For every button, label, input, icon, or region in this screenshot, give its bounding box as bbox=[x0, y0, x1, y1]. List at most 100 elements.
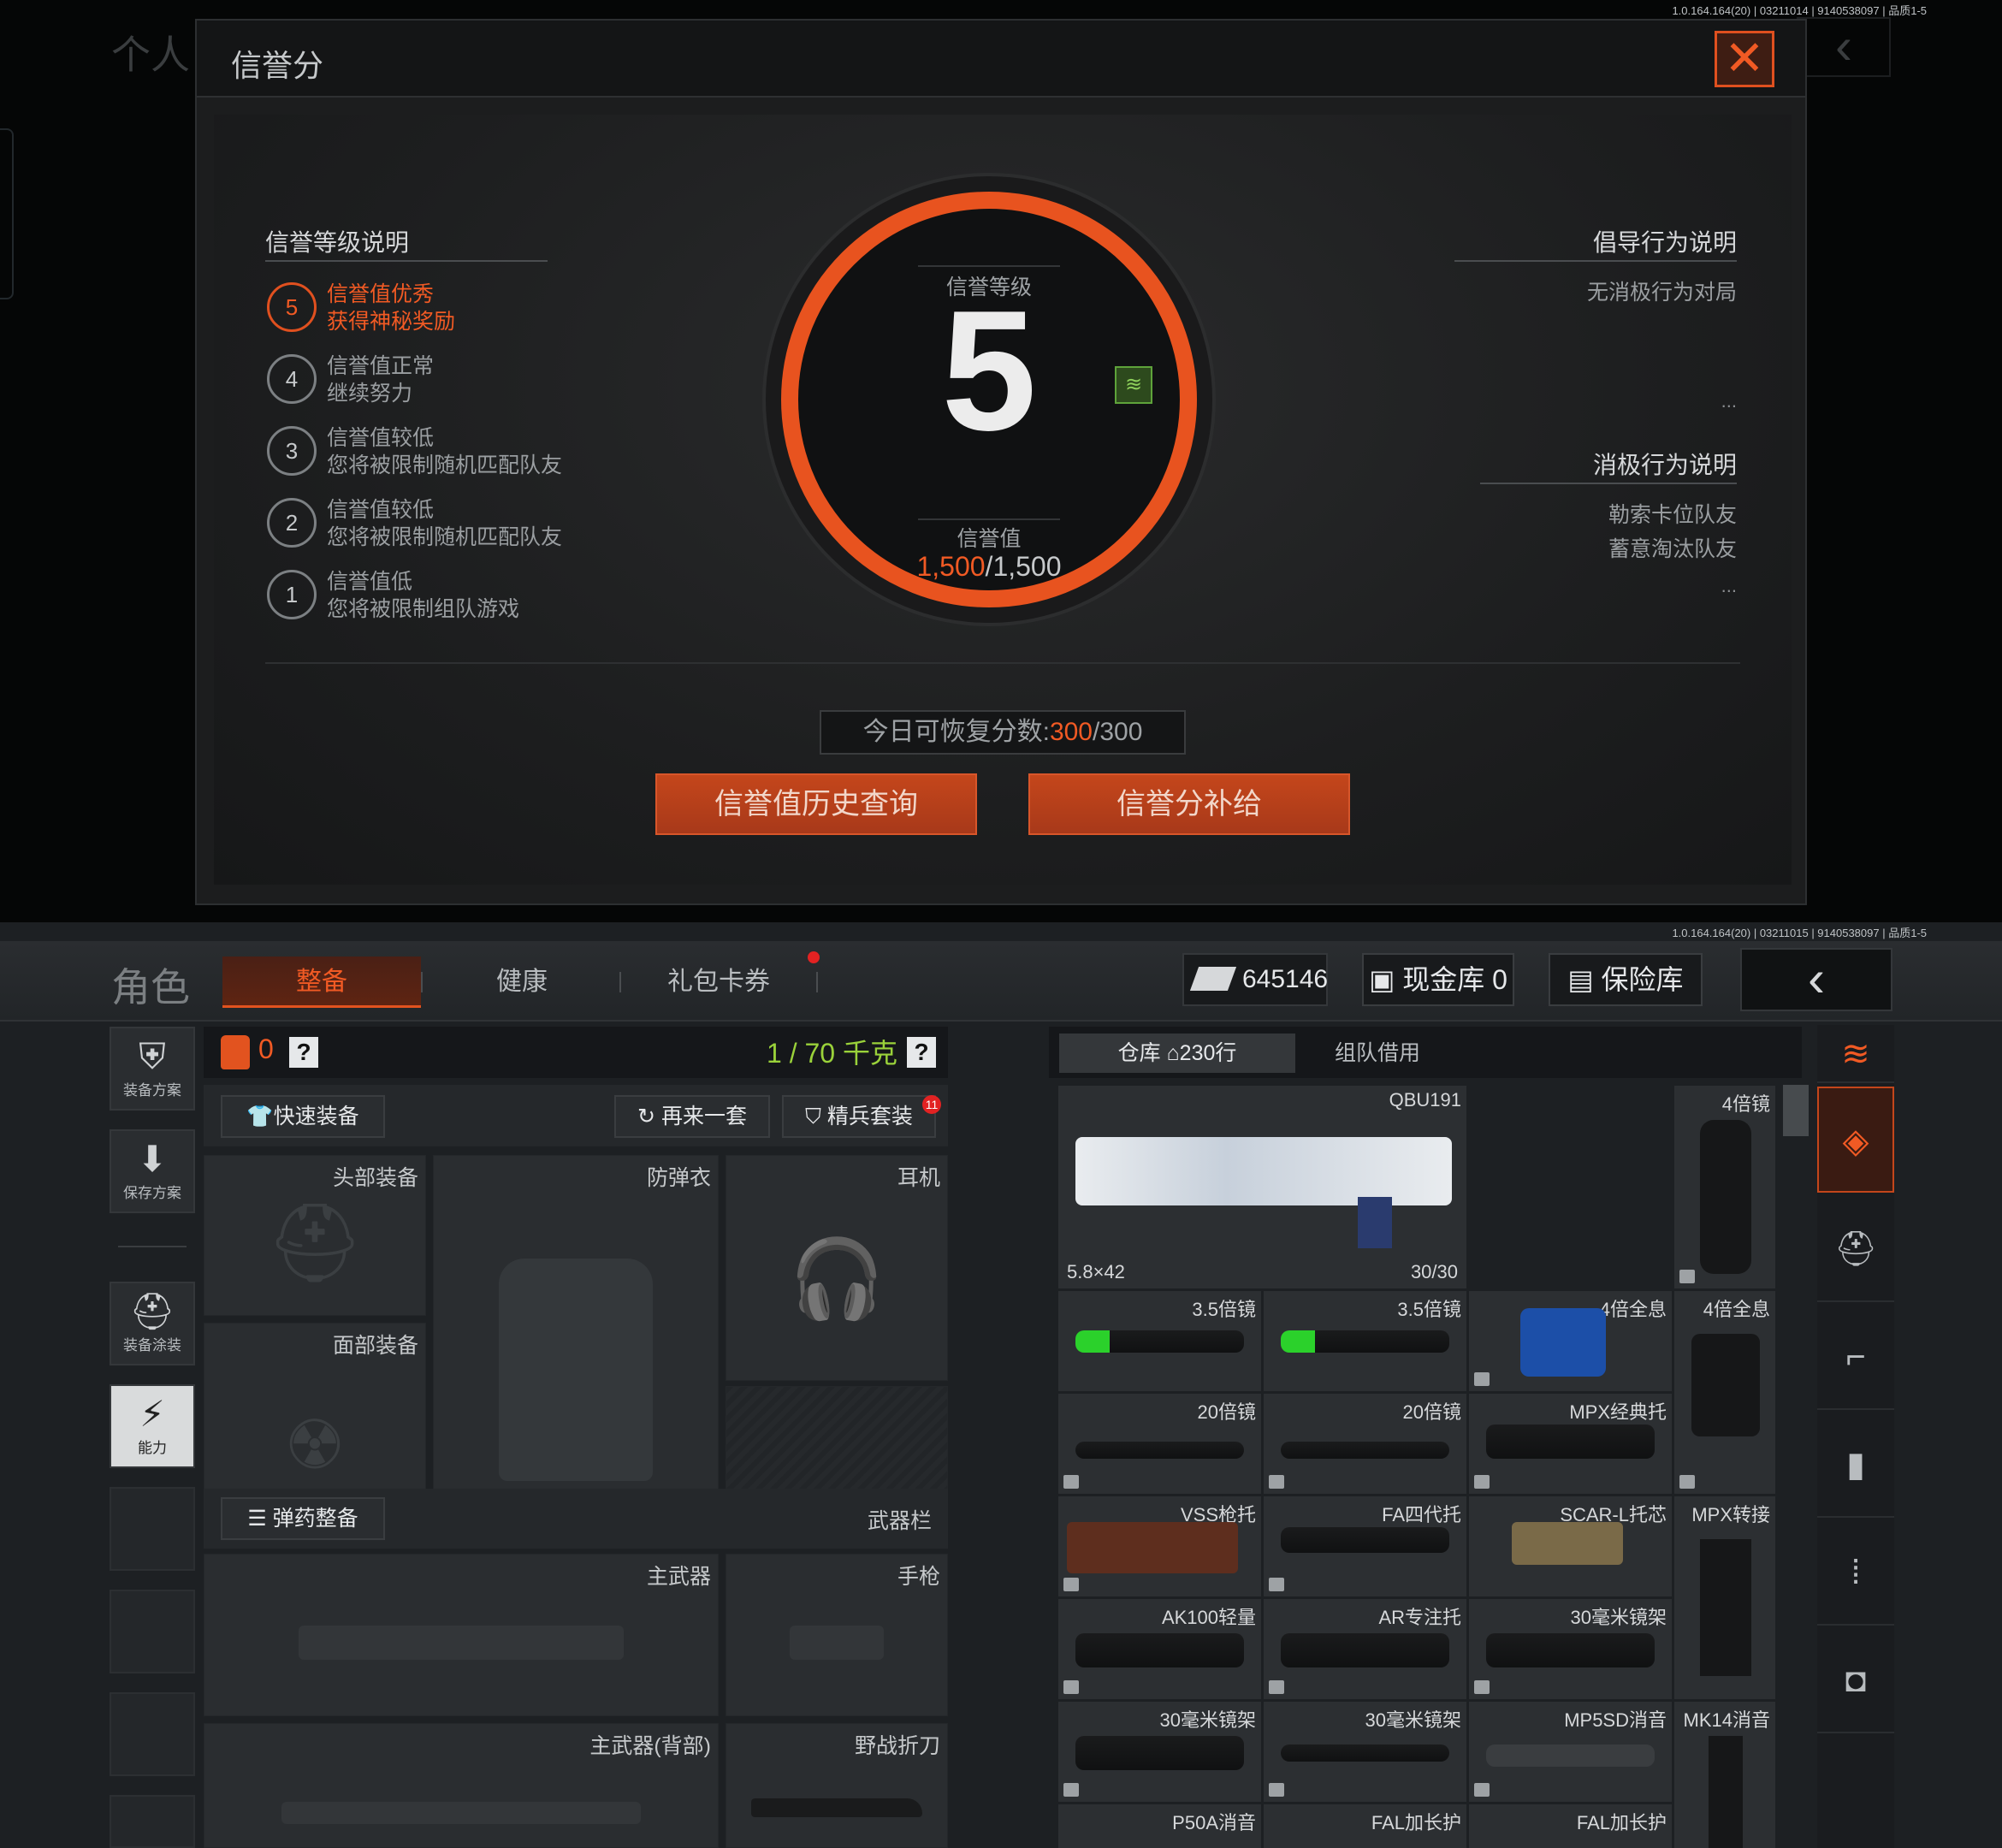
item-scar-stock[interactable]: SCAR-L托芯 bbox=[1468, 1496, 1673, 1597]
ring-value-label: 信誉值 bbox=[957, 527, 1022, 551]
stock-icon bbox=[1512, 1522, 1623, 1565]
version-label: 1.0.164.164(20) | 03211014 | 9140538097 … bbox=[1672, 4, 1927, 17]
primary-back-slot[interactable]: 主武器(背部) bbox=[204, 1723, 719, 1848]
nav-skins[interactable]: ⛑ 装备涂装 bbox=[110, 1282, 195, 1365]
holo-sight-icon bbox=[1691, 1334, 1760, 1436]
item-p50a-suppressor[interactable]: P50A消音 bbox=[1057, 1804, 1262, 1848]
safe-vault-button[interactable]: ▤ 保险库 bbox=[1549, 953, 1703, 1006]
knife-slot[interactable]: 野战折刀 bbox=[726, 1723, 948, 1848]
pistol-slot[interactable]: 手枪 bbox=[726, 1554, 948, 1716]
item-name: FA四代托 bbox=[1382, 1504, 1461, 1525]
item-mk14-suppressor[interactable]: MK14消音 bbox=[1673, 1701, 1776, 1848]
tab-prepare[interactable]: 整备 bbox=[222, 957, 421, 1008]
category-rifle-icon[interactable]: ⌐ bbox=[1817, 1304, 1894, 1410]
item-mp5sd-suppressor[interactable]: MP5SD消音 bbox=[1468, 1701, 1673, 1803]
slot-label: 主武器(背部) bbox=[589, 1734, 711, 1758]
help-icon[interactable]: ? bbox=[907, 1037, 936, 1068]
credit-score-dialog: 信誉分 ✕ 信誉等级说明 5 信誉值优秀 获得神秘奖励 4 信誉值正常 继续努力… bbox=[195, 19, 1807, 905]
item-ak100-stock[interactable]: AK100轻量 bbox=[1057, 1598, 1262, 1700]
item-name: 20倍镜 bbox=[1402, 1401, 1461, 1423]
item-30mm-mount[interactable]: 30毫米镜架 bbox=[1263, 1701, 1467, 1803]
item-holo-4x[interactable]: 4倍全息 bbox=[1468, 1290, 1673, 1392]
item-vss-stock[interactable]: VSS枪托 bbox=[1057, 1496, 1262, 1597]
item-mpx-stock[interactable]: MPX经典托 bbox=[1468, 1393, 1673, 1495]
scope-icon bbox=[1281, 1744, 1449, 1762]
stock-icon bbox=[1486, 1424, 1655, 1459]
category-attachment-icon[interactable]: ◘ bbox=[1817, 1627, 1894, 1733]
tab-gift-coupons[interactable]: 礼包卡券 bbox=[642, 957, 796, 1008]
rank-badge-icon: ≋ bbox=[1115, 366, 1152, 404]
item-scope-3.5x[interactable]: 3.5倍镜 bbox=[1057, 1290, 1262, 1392]
mount-icon bbox=[1486, 1633, 1655, 1667]
row-count: 230行 bbox=[1179, 1041, 1237, 1065]
box-icon bbox=[1474, 1783, 1490, 1797]
recoverable-score: 今日可恢复分数:300/300 bbox=[820, 710, 1186, 755]
levels-divider bbox=[265, 260, 548, 262]
history-query-button[interactable]: 信誉值历史查询 bbox=[655, 773, 977, 835]
nav-divider bbox=[118, 1246, 187, 1247]
box-icon bbox=[1269, 1578, 1284, 1591]
elite-kit-button[interactable]: ⛉ 精兵套装 bbox=[782, 1095, 936, 1138]
again-button[interactable]: ↻ 再来一套 bbox=[614, 1095, 770, 1138]
notification-dot bbox=[808, 951, 820, 963]
item-fa4-stock[interactable]: FA四代托 bbox=[1263, 1496, 1467, 1597]
back-arrow-icon[interactable]: ‹ bbox=[1740, 948, 1892, 1011]
category-helmet-icon[interactable]: ⛑ bbox=[1817, 1196, 1894, 1302]
item-holo-4x[interactable]: 4倍全息 bbox=[1673, 1290, 1776, 1495]
item-qbu191[interactable]: QBU191 5.8×42 30/30 bbox=[1057, 1085, 1467, 1289]
help-icon[interactable]: ? bbox=[289, 1037, 318, 1068]
headset-slot[interactable]: 耳机 🎧 bbox=[726, 1155, 948, 1381]
suppressor-icon bbox=[1709, 1736, 1743, 1848]
level-desc: 获得神秘奖励 bbox=[327, 310, 456, 334]
nav-loadout-plan[interactable]: ⛨ 装备方案 bbox=[110, 1027, 195, 1111]
primary-weapon-slot[interactable]: 主武器 bbox=[204, 1554, 719, 1716]
warehouse-grid: QBU191 5.8×42 30/30 4倍镜 3.5倍镜 3.5倍镜 4倍全息… bbox=[1057, 1085, 1778, 1848]
item-fal-handguard[interactable]: FAL加长护 bbox=[1468, 1804, 1673, 1848]
nav-save-plan[interactable]: ⬇ 保存方案 bbox=[110, 1129, 195, 1213]
item-30mm-mount[interactable]: 30毫米镜架 bbox=[1057, 1701, 1262, 1803]
score-supply-button[interactable]: 信誉分补给 bbox=[1028, 773, 1350, 835]
body-divider bbox=[265, 662, 1740, 664]
item-ar-stock[interactable]: AR专注托 bbox=[1263, 1598, 1467, 1700]
category-sidebar: ≋ ◈ ⛑ ⌐ ▮ ⁞ ◘ bbox=[1817, 1025, 1894, 1848]
head-slot[interactable]: 头部装备 ⛑ bbox=[204, 1155, 426, 1316]
item-scope-20x[interactable]: 20倍镜 bbox=[1057, 1393, 1262, 1495]
item-ammo: 30/30 bbox=[1410, 1261, 1458, 1282]
stock-icon bbox=[1281, 1633, 1449, 1667]
item-mpx-adapter[interactable]: MPX转接 bbox=[1673, 1496, 1776, 1700]
sort-stack-icon[interactable]: ≋ bbox=[1817, 1025, 1894, 1083]
category-ammo-icon[interactable]: ⁞ bbox=[1817, 1519, 1894, 1626]
item-scope-4x[interactable]: 4倍镜 bbox=[1673, 1085, 1776, 1289]
holo-sight-icon bbox=[1520, 1308, 1606, 1377]
item-scope-20x[interactable]: 20倍镜 bbox=[1263, 1393, 1467, 1495]
item-scope-3.5x[interactable]: 3.5倍镜 bbox=[1263, 1290, 1467, 1392]
item-fal-handguard[interactable]: FAL加长护 bbox=[1263, 1804, 1467, 1848]
nav-ability[interactable]: ⚡ 能力 bbox=[110, 1384, 195, 1468]
lightning-icon: ⚡ bbox=[139, 1394, 165, 1434]
box-icon bbox=[1063, 1783, 1079, 1797]
armor-slot[interactable]: 防弹衣 bbox=[433, 1155, 719, 1545]
nav-label: 装备方案 bbox=[123, 1082, 181, 1099]
warehouse-scrollbar[interactable] bbox=[1783, 1085, 1809, 1136]
tab-team-borrow[interactable]: 组队借用 bbox=[1300, 1034, 1454, 1073]
category-magazine-icon[interactable]: ▮ bbox=[1817, 1412, 1894, 1518]
item-name: 4倍镜 bbox=[1721, 1093, 1770, 1115]
background-back-button: ‹ bbox=[1797, 17, 1891, 77]
positive-more: ... bbox=[1721, 390, 1737, 412]
close-icon[interactable]: ✕ bbox=[1715, 31, 1774, 87]
adapter-icon bbox=[1700, 1539, 1751, 1676]
quick-equip-button[interactable]: 👕快速装备 bbox=[221, 1095, 385, 1138]
download-icon: ⬇ bbox=[137, 1139, 168, 1179]
cash-vault-button[interactable]: ▣ 现金库 0 bbox=[1362, 953, 1514, 1006]
level-title: 信誉值低 bbox=[327, 570, 413, 594]
category-all-icon[interactable]: ◈ bbox=[1817, 1087, 1894, 1193]
pistol-icon bbox=[790, 1626, 884, 1661]
weight-display: 1 / 70 千克 bbox=[767, 1038, 897, 1069]
tab-warehouse[interactable]: 仓库 ⌂230行 bbox=[1059, 1034, 1295, 1073]
item-name: MPX转接 bbox=[1691, 1504, 1770, 1525]
item-30mm-mount[interactable]: 30毫米镜架 bbox=[1468, 1598, 1673, 1700]
ammo-prepare-button[interactable]: ☰ 弹药整备 bbox=[221, 1497, 385, 1540]
level-number: 4 bbox=[267, 354, 317, 404]
tab-health[interactable]: 健康 bbox=[445, 957, 599, 1008]
nav-label: 能力 bbox=[138, 1440, 167, 1456]
